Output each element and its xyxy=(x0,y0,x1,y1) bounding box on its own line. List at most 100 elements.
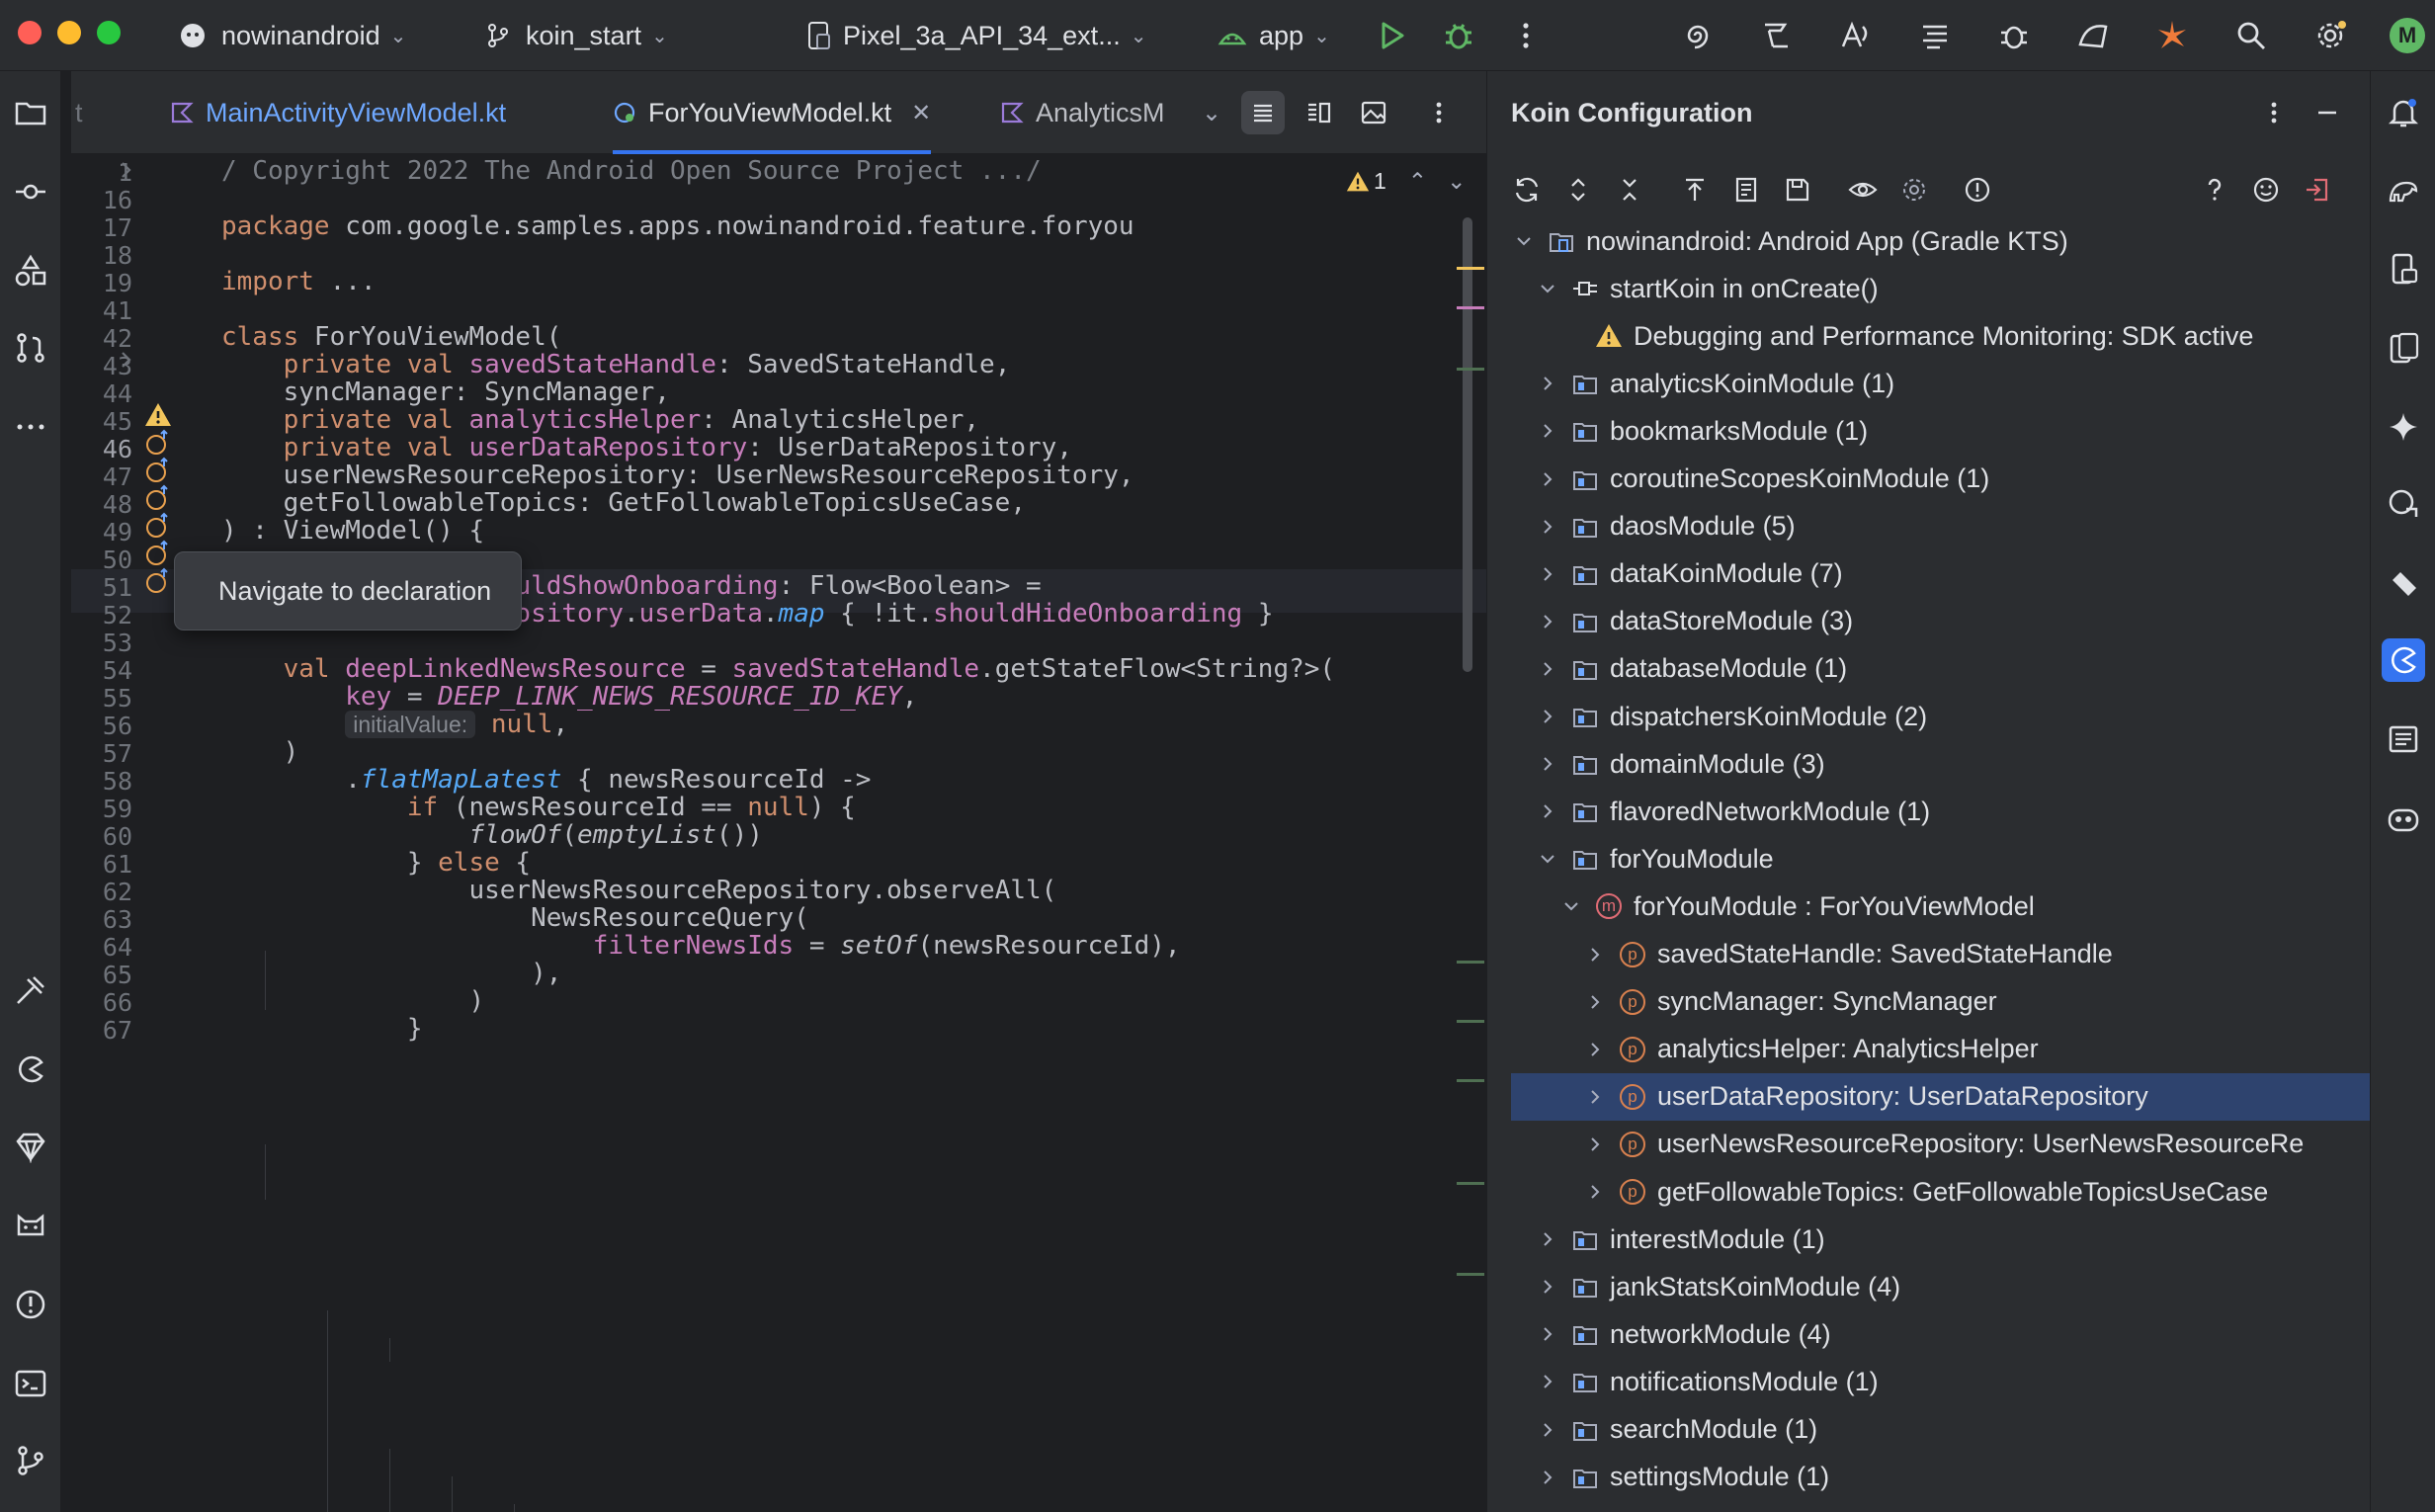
koin-panel-button[interactable] xyxy=(2382,638,2425,682)
tree-node[interactable]: networkModule (4) xyxy=(1511,1310,2370,1358)
save-button[interactable] xyxy=(1780,172,1815,208)
tree-node-toggle[interactable] xyxy=(1582,1041,1608,1058)
tree-node-toggle[interactable] xyxy=(1535,660,1560,678)
tree-node-toggle[interactable] xyxy=(1535,375,1560,392)
tab-main-activity-view-model[interactable]: MainActivityViewModel.kt xyxy=(170,71,506,154)
branch-selector[interactable]: koin_start ⌄ xyxy=(484,0,668,71)
logcat-tool-button[interactable] xyxy=(9,1204,52,1247)
tree-node-toggle[interactable] xyxy=(1535,802,1560,820)
tree-node[interactable]: p analyticsHelper: AnalyticsHelper xyxy=(1511,1026,2370,1073)
tree-node[interactable]: analyticsKoinModule (1) xyxy=(1511,360,2370,407)
tree-node[interactable]: forYouModule xyxy=(1511,835,2370,882)
avatar[interactable]: M xyxy=(2390,18,2425,53)
tab-analytics[interactable]: AnalyticsM xyxy=(1000,71,1165,154)
design-view-button[interactable] xyxy=(1352,91,1395,134)
chevron-right-icon[interactable] xyxy=(1539,755,1556,773)
structure-button[interactable] xyxy=(1913,14,1957,57)
refresh-button[interactable] xyxy=(1509,172,1545,208)
window-close-button[interactable] xyxy=(18,21,42,44)
tree-node[interactable]: dispatchersKoinModule (2) xyxy=(1511,693,2370,740)
tree-node[interactable]: p syncManager: SyncManager xyxy=(1511,978,2370,1026)
logout-button[interactable] xyxy=(2300,172,2335,208)
tree-node-toggle[interactable] xyxy=(1535,1325,1560,1343)
chevron-right-icon[interactable] xyxy=(1539,613,1556,630)
editor-scrollbar[interactable] xyxy=(1463,217,1472,672)
change-marker[interactable] xyxy=(1457,368,1484,371)
chevron-right-icon[interactable] xyxy=(1586,1135,1604,1153)
commit-tool-button[interactable] xyxy=(9,170,52,213)
koin-injection-icon[interactable] xyxy=(144,457,172,484)
more-actions-button[interactable] xyxy=(1504,14,1548,57)
help-button[interactable] xyxy=(2197,172,2232,208)
tree-node-toggle[interactable] xyxy=(1535,1421,1560,1439)
chevron-right-icon[interactable] xyxy=(1586,993,1604,1011)
tree-node-toggle[interactable] xyxy=(1535,708,1560,725)
tree-node[interactable]: p savedStateHandle: SavedStateHandle xyxy=(1511,931,2370,978)
chevron-right-icon[interactable] xyxy=(1539,565,1556,583)
tree-node[interactable]: startKoin in onCreate() xyxy=(1511,265,2370,312)
tree-node[interactable]: settingsModule (1) xyxy=(1511,1454,2370,1501)
tree-node-toggle[interactable] xyxy=(1535,470,1560,488)
project-tool-button[interactable] xyxy=(9,91,52,134)
tree-node[interactable]: p userNewsResourceRepository: UserNewsRes… xyxy=(1511,1121,2370,1168)
window-zoom-button[interactable] xyxy=(97,21,121,44)
pull-requests-button[interactable] xyxy=(9,326,52,370)
change-marker[interactable] xyxy=(1457,1020,1484,1023)
tree-node[interactable]: domainModule (3) xyxy=(1511,740,2370,788)
assistant-button[interactable] xyxy=(2382,482,2425,526)
koin-injection-icon[interactable] xyxy=(144,429,172,457)
tab-for-you-view-model[interactable]: ForYouViewModel.kt ✕ xyxy=(613,71,932,154)
chevron-right-icon[interactable] xyxy=(1539,660,1556,678)
koin-injection-icon[interactable] xyxy=(144,512,172,540)
minimize-icon[interactable] xyxy=(2313,99,2341,126)
inspection-widget[interactable]: 1 ⌃ ⌄ xyxy=(1346,168,1466,195)
reader-mode-button[interactable] xyxy=(1241,91,1285,134)
gemini-button[interactable] xyxy=(2150,14,2194,57)
tab-hidden[interactable]: t xyxy=(75,71,83,154)
tree-node[interactable]: dataStoreModule (3) xyxy=(1511,598,2370,645)
scroll-to-top-button[interactable] xyxy=(1677,172,1713,208)
chevron-right-icon[interactable] xyxy=(1539,422,1556,440)
chevron-right-icon[interactable] xyxy=(1539,375,1556,392)
change-marker[interactable] xyxy=(1457,1182,1484,1185)
koin-injection-icon[interactable] xyxy=(144,540,172,567)
tree-node[interactable]: databaseModule (1) xyxy=(1511,645,2370,693)
expand-all-button[interactable] xyxy=(1560,172,1596,208)
tree-node[interactable]: p userDataRepository: UserDataRepository xyxy=(1511,1072,2370,1121)
code-editor[interactable]: 1 16 17 18 19 41 42 43 44 45 46 47 48 49 50 51 52 53 54 55 5… xyxy=(71,154,1486,1512)
tree-node-toggle[interactable] xyxy=(1535,613,1560,630)
tree-node-toggle[interactable] xyxy=(1535,565,1560,583)
tree-node-toggle[interactable] xyxy=(1535,280,1560,297)
issues-button[interactable] xyxy=(1960,172,1995,208)
gem-tool-button[interactable] xyxy=(9,1125,52,1168)
editor-more-button[interactable] xyxy=(1417,91,1461,134)
chevron-right-icon[interactable] xyxy=(1586,1183,1604,1201)
more-tools-button[interactable] xyxy=(9,405,52,449)
show-visible-button[interactable] xyxy=(1845,172,1881,208)
profiler-button[interactable] xyxy=(1755,14,1799,57)
view-details-button[interactable] xyxy=(1728,172,1764,208)
change-marker[interactable] xyxy=(1457,1079,1484,1082)
app-inspection-button[interactable] xyxy=(2382,561,2425,605)
feedback-button[interactable] xyxy=(2248,172,2284,208)
tree-node-toggle[interactable] xyxy=(1535,1278,1560,1296)
koin-tool-button[interactable] xyxy=(9,1048,52,1091)
tree-node[interactable]: searchModule (1) xyxy=(1511,1406,2370,1454)
split-view-button[interactable] xyxy=(1297,91,1340,134)
next-highlight-icon[interactable]: ⌄ xyxy=(1447,168,1466,195)
close-tab-icon[interactable]: ✕ xyxy=(911,99,931,127)
copilot-button[interactable] xyxy=(2382,797,2425,840)
collapse-all-button[interactable] xyxy=(1612,172,1647,208)
notifications-button[interactable] xyxy=(2382,91,2425,134)
tree-node-toggle[interactable] xyxy=(1582,1135,1608,1153)
tree-node-toggle[interactable] xyxy=(1582,946,1608,964)
tree-node-toggle[interactable] xyxy=(1511,232,1537,250)
tree-node-toggle[interactable] xyxy=(1535,422,1560,440)
tree-node[interactable]: jankStatsKoinModule (4) xyxy=(1511,1263,2370,1310)
chevron-right-icon[interactable] xyxy=(1539,1325,1556,1343)
build-tool-button[interactable] xyxy=(9,968,52,1012)
fold-chevron-icon[interactable] xyxy=(113,156,140,184)
chevron-right-icon[interactable] xyxy=(1539,470,1556,488)
tree-node[interactable]: interestModule (1) xyxy=(1511,1216,2370,1263)
tree-node-toggle[interactable] xyxy=(1535,755,1560,773)
